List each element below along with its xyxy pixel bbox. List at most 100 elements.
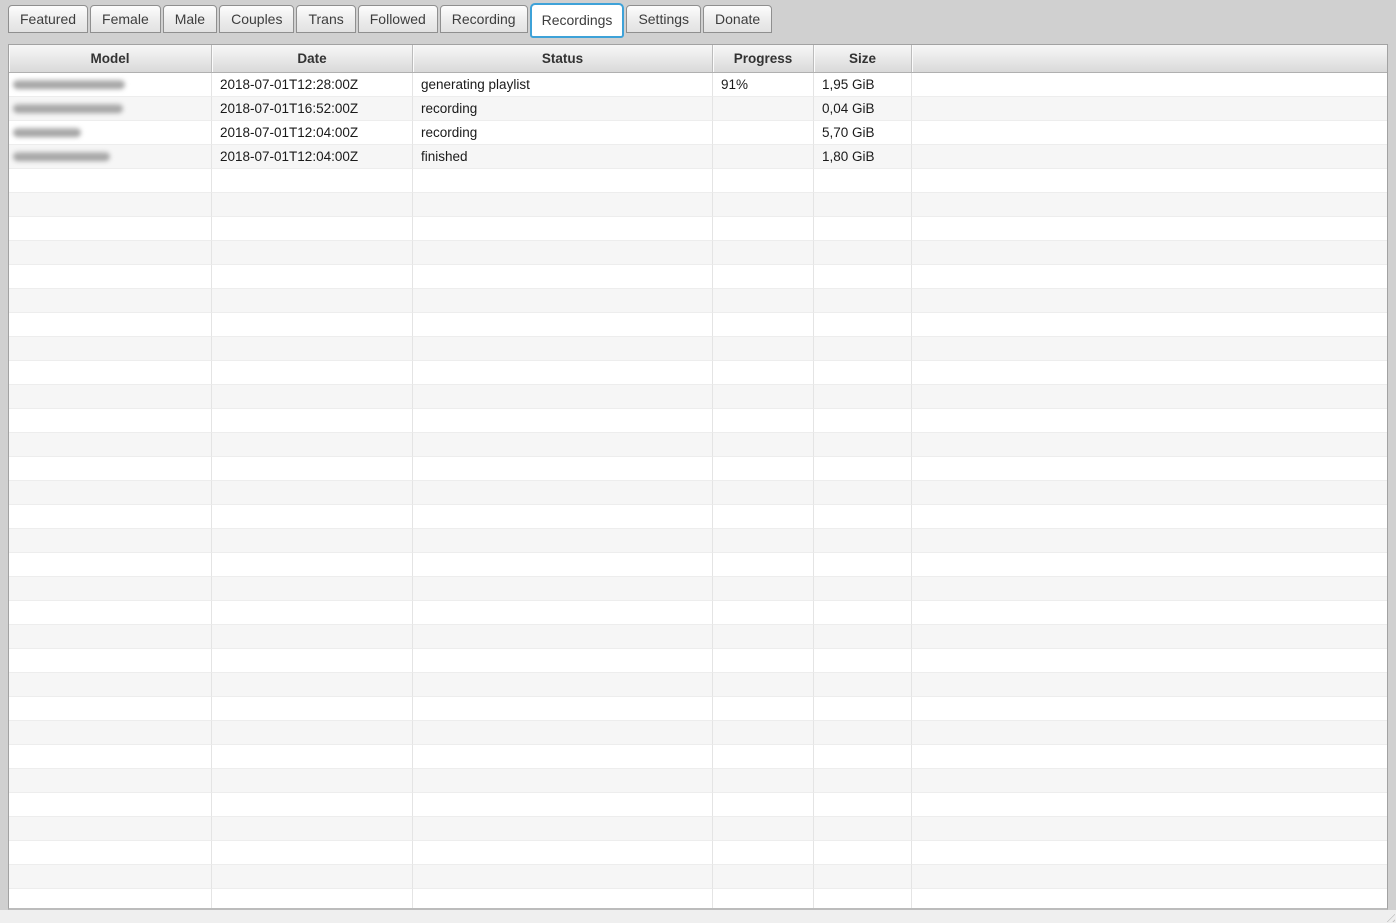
empty-cell [413, 193, 713, 217]
empty-cell [713, 433, 814, 457]
cell-status: recording [413, 97, 713, 121]
empty-table-row [9, 529, 1387, 553]
column-header-model[interactable]: Model [9, 45, 212, 72]
empty-cell [814, 433, 912, 457]
empty-cell [912, 169, 1387, 193]
table-header-row: Model Date Status Progress Size [9, 45, 1387, 73]
empty-cell [212, 361, 413, 385]
cell-model [9, 97, 212, 121]
empty-cell [212, 889, 413, 908]
empty-cell [912, 241, 1387, 265]
empty-cell [9, 553, 212, 577]
empty-cell [713, 337, 814, 361]
column-header-status[interactable]: Status [413, 45, 713, 72]
empty-cell [713, 457, 814, 481]
empty-cell [9, 265, 212, 289]
empty-cell [413, 265, 713, 289]
tab-trans[interactable]: Trans [296, 5, 356, 33]
empty-cell [713, 577, 814, 601]
empty-cell [814, 721, 912, 745]
empty-cell [713, 841, 814, 865]
empty-cell [814, 649, 912, 673]
empty-cell [413, 889, 713, 908]
empty-cell [413, 865, 713, 889]
empty-cell [713, 241, 814, 265]
empty-table-row [9, 553, 1387, 577]
empty-cell [912, 217, 1387, 241]
empty-table-row [9, 577, 1387, 601]
empty-cell [713, 601, 814, 625]
table-row[interactable]: 2018-07-01T16:52:00Z recording 0,04 GiB [9, 97, 1387, 121]
empty-cell [912, 865, 1387, 889]
empty-cell [212, 313, 413, 337]
empty-cell [9, 217, 212, 241]
empty-cell [9, 841, 212, 865]
table-row[interactable]: 2018-07-01T12:04:00Z finished 1,80 GiB [9, 145, 1387, 169]
empty-cell [912, 457, 1387, 481]
empty-cell [713, 529, 814, 553]
empty-cell [912, 769, 1387, 793]
empty-cell [9, 433, 212, 457]
column-header-size[interactable]: Size [814, 45, 912, 72]
empty-cell [212, 625, 413, 649]
empty-cell [212, 841, 413, 865]
empty-cell [814, 841, 912, 865]
resize-grip-icon[interactable] [1383, 910, 1395, 922]
tab-recording[interactable]: Recording [439, 5, 528, 33]
cell-status: recording [413, 121, 713, 145]
empty-cell [814, 457, 912, 481]
table-row[interactable]: 2018-07-01T12:28:00Z generating playlist 9… [9, 73, 1387, 97]
empty-cell [9, 625, 212, 649]
empty-table-row [9, 865, 1387, 889]
tab-male[interactable]: Male [162, 5, 218, 33]
empty-cell [9, 241, 212, 265]
column-header-progress[interactable]: Progress [713, 45, 814, 72]
empty-cell [713, 217, 814, 241]
tab-featured[interactable]: Featured [8, 5, 89, 33]
empty-cell [9, 385, 212, 409]
empty-cell [9, 697, 212, 721]
empty-cell [713, 553, 814, 577]
empty-table-row [9, 313, 1387, 337]
tab-female[interactable]: Female [90, 5, 161, 33]
empty-cell [814, 697, 912, 721]
empty-cell [9, 529, 212, 553]
empty-cell [912, 361, 1387, 385]
column-header-date[interactable]: Date [212, 45, 413, 72]
empty-cell [212, 601, 413, 625]
empty-cell [9, 745, 212, 769]
empty-cell [212, 649, 413, 673]
empty-cell [413, 337, 713, 361]
empty-cell [413, 241, 713, 265]
empty-cell [814, 193, 912, 217]
empty-cell [814, 601, 912, 625]
cell-filler [912, 121, 1387, 145]
cell-date: 2018-07-01T12:28:00Z [212, 73, 413, 97]
cell-size: 1,95 GiB [814, 73, 912, 97]
tab-followed[interactable]: Followed [357, 5, 438, 33]
empty-cell [912, 529, 1387, 553]
cell-filler [912, 145, 1387, 169]
tab-couples[interactable]: Couples [219, 5, 295, 33]
tab-donate[interactable]: Donate [703, 5, 773, 33]
empty-cell [212, 865, 413, 889]
empty-cell [713, 313, 814, 337]
empty-cell [814, 529, 912, 553]
empty-table-row [9, 745, 1387, 769]
redacted-model-name [13, 152, 110, 161]
empty-cell [713, 289, 814, 313]
empty-cell [814, 337, 912, 361]
tab-settings[interactable]: Settings [626, 5, 702, 33]
empty-cell [212, 481, 413, 505]
empty-cell [9, 649, 212, 673]
table-row[interactable]: 2018-07-01T12:04:00Z recording 5,70 GiB [9, 121, 1387, 145]
empty-cell [713, 769, 814, 793]
empty-cell [912, 793, 1387, 817]
empty-cell [814, 889, 912, 908]
empty-cell [212, 217, 413, 241]
empty-cell [413, 529, 713, 553]
cell-size: 1,80 GiB [814, 145, 912, 169]
empty-cell [413, 745, 713, 769]
tab-recordings[interactable]: Recordings [529, 3, 625, 38]
empty-cell [413, 577, 713, 601]
